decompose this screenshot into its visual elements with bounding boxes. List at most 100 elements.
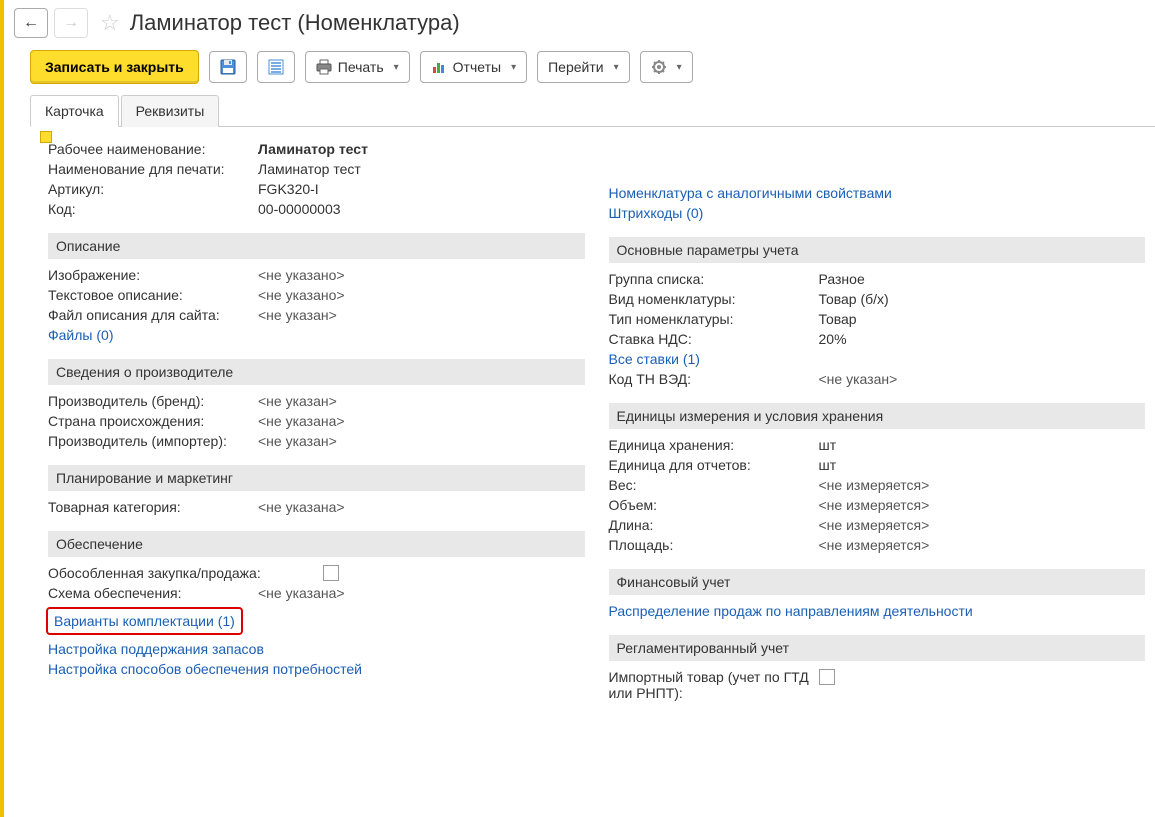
brand-label: Производитель (бренд):: [48, 393, 258, 409]
code-value: 00-00000003: [258, 201, 341, 217]
report-unit-label: Единица для отчетов:: [609, 457, 819, 473]
window-title: Ламинатор тест (Номенклатура): [130, 10, 460, 36]
reports-button[interactable]: Отчеты ▾: [420, 51, 527, 83]
gear-icon: [651, 59, 667, 75]
length-value: <не измеряется>: [819, 517, 930, 533]
report-unit-value: шт: [819, 457, 837, 473]
save-button[interactable]: [209, 51, 247, 83]
type-label: Тип номенклатуры:: [609, 311, 819, 327]
volume-value: <не измеряется>: [819, 497, 930, 513]
length-label: Длина:: [609, 517, 819, 533]
scheme-label: Схема обеспечения:: [48, 585, 258, 601]
goto-button[interactable]: Перейти ▾: [537, 51, 630, 83]
scheme-value: <не указана>: [258, 585, 345, 601]
image-label: Изображение:: [48, 267, 258, 283]
chevron-down-icon: ▾: [614, 62, 619, 73]
files-link[interactable]: Файлы (0): [48, 327, 113, 343]
weight-value: <не измеряется>: [819, 477, 930, 493]
tab-props[interactable]: Реквизиты: [121, 95, 220, 127]
supply-header: Обеспечение: [48, 531, 585, 557]
type-value: Товар: [819, 311, 857, 327]
category-label: Товарная категория:: [48, 499, 258, 515]
working-name-value: Ламинатор тест: [258, 141, 368, 157]
vat-label: Ставка НДС:: [609, 331, 819, 347]
kind-label: Вид номенклатуры:: [609, 291, 819, 307]
tabs: Карточка Реквизиты: [30, 94, 1155, 127]
back-button[interactable]: ←: [14, 8, 48, 38]
sales-distribution-link[interactable]: Распределение продаж по направлениям дея…: [609, 603, 973, 619]
print-name-value: Ламинатор тест: [258, 161, 361, 177]
goto-label: Перейти: [548, 59, 603, 75]
area-value: <не измеряется>: [819, 537, 930, 553]
brand-value: <не указан>: [258, 393, 337, 409]
group-value: Разное: [819, 271, 865, 287]
favorite-star-icon[interactable]: ☆: [100, 10, 120, 36]
all-rates-link[interactable]: Все ставки (1): [609, 351, 700, 367]
right-column: Номенклатура с аналогичными свойствами Ш…: [609, 139, 1146, 703]
printer-icon: [316, 59, 332, 75]
settings-button[interactable]: ▾: [640, 51, 693, 83]
stock-settings-link[interactable]: Настройка поддержания запасов: [48, 641, 264, 657]
reg-header: Регламентированный учет: [609, 635, 1146, 661]
print-button[interactable]: Печать ▾: [305, 51, 410, 83]
reports-label: Отчеты: [453, 59, 501, 75]
manufacturer-header: Сведения о производителе: [48, 359, 585, 385]
tab-card[interactable]: Карточка: [30, 95, 119, 127]
list-icon: [268, 59, 284, 75]
site-file-value: <не указан>: [258, 307, 337, 323]
importer-label: Производитель (импортер):: [48, 433, 258, 449]
save-and-close-button[interactable]: Записать и закрыть: [30, 50, 199, 84]
supply-methods-link[interactable]: Настройка способов обеспечения потребнос…: [48, 661, 362, 677]
chevron-down-icon: ▾: [511, 62, 516, 73]
arrow-left-icon: ←: [23, 14, 39, 32]
kind-value: Товар (б/х): [819, 291, 889, 307]
variants-highlight: Варианты комплектации (1): [46, 607, 243, 635]
store-unit-label: Единица хранения:: [609, 437, 819, 453]
print-label: Печать: [338, 59, 384, 75]
barcodes-link[interactable]: Штрихкоды (0): [609, 205, 704, 221]
separate-purchase-checkbox[interactable]: [323, 565, 339, 581]
fin-header: Финансовый учет: [609, 569, 1146, 595]
content: Рабочее наименование: Ламинатор тест Наи…: [4, 127, 1155, 713]
floppy-icon: [220, 59, 236, 75]
site-file-label: Файл описания для сайта:: [48, 307, 258, 323]
weight-label: Вес:: [609, 477, 819, 493]
left-column: Рабочее наименование: Ламинатор тест Наи…: [48, 139, 585, 703]
chevron-down-icon: ▾: [677, 62, 682, 73]
store-unit-value: шт: [819, 437, 837, 453]
group-label: Группа списка:: [609, 271, 819, 287]
params-header: Основные параметры учета: [609, 237, 1146, 263]
separate-purchase-label: Обособленная закупка/продажа:: [48, 565, 323, 581]
chevron-down-icon: ▾: [394, 62, 399, 73]
import-label: Импортный товар (учет по ГТД или РНПТ):: [609, 669, 819, 701]
chart-icon: [431, 59, 447, 75]
area-label: Площадь:: [609, 537, 819, 553]
forward-button: →: [54, 8, 88, 38]
tnved-label: Код ТН ВЭД:: [609, 371, 819, 387]
list-button[interactable]: [257, 51, 295, 83]
print-name-label: Наименование для печати:: [48, 161, 258, 177]
toolbar: Записать и закрыть Печать ▾ Отчеты ▾: [4, 46, 1155, 94]
code-label: Код:: [48, 201, 258, 217]
titlebar: ← → ☆ Ламинатор тест (Номенклатура): [4, 0, 1155, 46]
article-value: FGK320-I: [258, 181, 319, 197]
arrow-right-icon: →: [63, 14, 79, 32]
importer-value: <не указан>: [258, 433, 337, 449]
text-desc-value: <не указано>: [258, 287, 345, 303]
planning-header: Планирование и маркетинг: [48, 465, 585, 491]
tnved-value: <не указан>: [819, 371, 898, 387]
import-checkbox[interactable]: [819, 669, 835, 685]
variants-link[interactable]: Варианты комплектации (1): [54, 613, 235, 629]
units-header: Единицы измерения и условия хранения: [609, 403, 1146, 429]
volume-label: Объем:: [609, 497, 819, 513]
origin-label: Страна происхождения:: [48, 413, 258, 429]
image-value: <не указано>: [258, 267, 345, 283]
vat-value: 20%: [819, 331, 847, 347]
category-value: <не указана>: [258, 499, 345, 515]
working-name-label: Рабочее наименование:: [48, 141, 258, 157]
origin-value: <не указана>: [258, 413, 345, 429]
article-label: Артикул:: [48, 181, 258, 197]
modified-marker: [40, 131, 52, 143]
analog-link[interactable]: Номенклатура с аналогичными свойствами: [609, 185, 892, 201]
text-desc-label: Текстовое описание:: [48, 287, 258, 303]
